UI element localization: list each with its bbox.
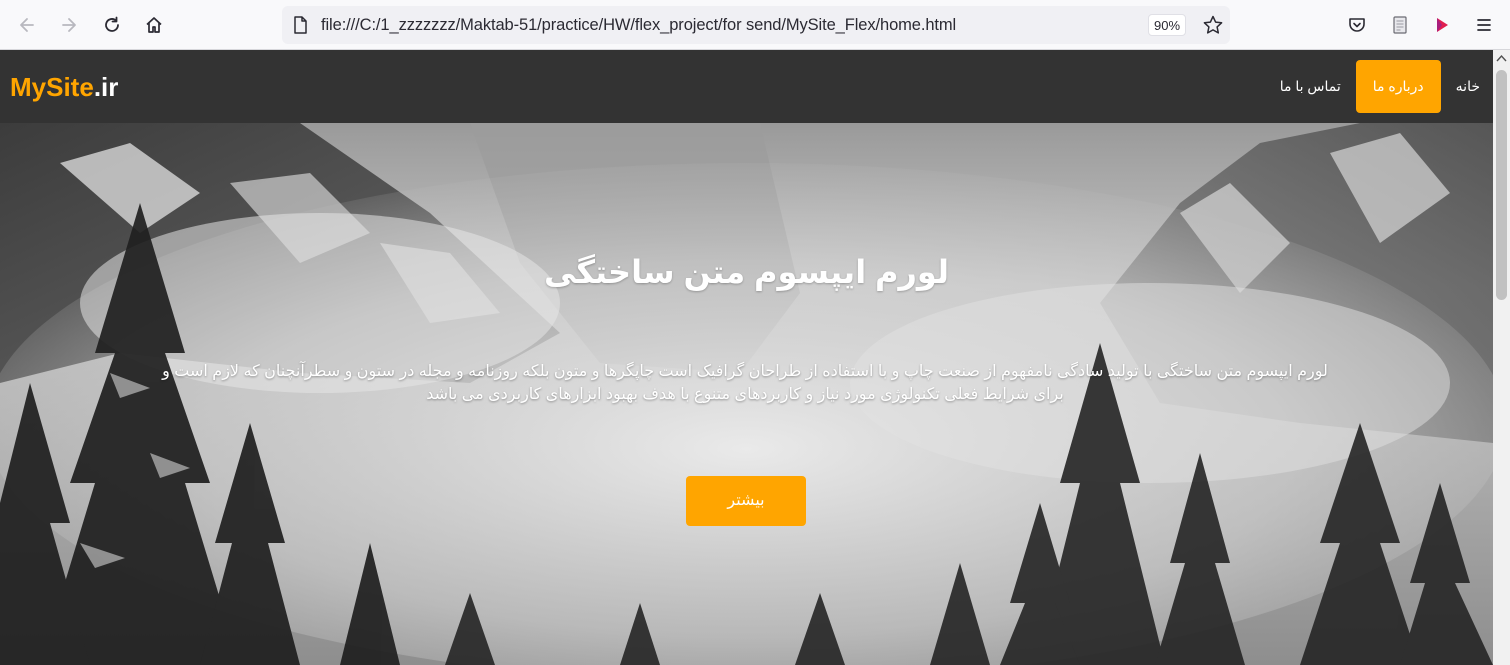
- logo-brand: MySite: [10, 72, 94, 102]
- home-button[interactable]: [139, 10, 169, 40]
- site-header: MySite.ir خانه درباره ما تماس با ما: [0, 50, 1493, 123]
- scrollbar-thumb[interactable]: [1496, 70, 1507, 300]
- page-scrollbar[interactable]: [1493, 50, 1510, 665]
- scroll-up-icon[interactable]: [1496, 54, 1507, 62]
- reload-icon: [105, 16, 119, 32]
- more-button[interactable]: بیشتر: [686, 476, 806, 526]
- forward-button[interactable]: [54, 10, 84, 40]
- logo-tld: .ir: [93, 72, 119, 102]
- app-menu-button[interactable]: [1469, 10, 1499, 40]
- main-nav: خانه درباره ما تماس با ما: [1265, 50, 1493, 123]
- bookmark-star-icon[interactable]: [1202, 14, 1224, 36]
- extension-icon: [1437, 18, 1448, 32]
- reader-view-icon: [1393, 16, 1407, 34]
- address-bar[interactable]: file:///C:/1_zzzzzzz/Maktab-51/practice/…: [282, 6, 1230, 44]
- page-viewport: MySite.ir خانه درباره ما تماس با ما لورم…: [0, 50, 1493, 665]
- menu-icon: [1477, 19, 1491, 31]
- hero-description: لورم ایپسوم متن ساختگی با تولید سادگی نا…: [162, 363, 1328, 403]
- extension-button[interactable]: [1427, 10, 1457, 40]
- url-text[interactable]: file:///C:/1_zzzzzzz/Maktab-51/practice/…: [321, 16, 956, 35]
- nav-item-home[interactable]: خانه: [1441, 60, 1493, 113]
- nav-item-about[interactable]: درباره ما: [1355, 60, 1441, 113]
- pocket-button[interactable]: [1342, 10, 1372, 40]
- back-icon: [20, 18, 34, 32]
- hero-title: لورم ایپسوم متن ساختگی: [543, 254, 949, 290]
- site-logo[interactable]: MySite.ir: [10, 72, 118, 103]
- page-icon: [294, 16, 307, 34]
- home-icon: [146, 17, 162, 33]
- reader-view-button[interactable]: [1385, 10, 1415, 40]
- hero-section: لورم ایپسوم متن ساختگی لورم ایپسوم متن س…: [0, 123, 1493, 665]
- reload-button[interactable]: [97, 10, 127, 40]
- pocket-icon: [1349, 18, 1365, 32]
- nav-item-contact[interactable]: تماس با ما: [1265, 60, 1356, 113]
- forward-icon: [62, 18, 76, 32]
- zoom-level-badge[interactable]: 90%: [1148, 14, 1186, 36]
- back-button[interactable]: [12, 10, 42, 40]
- browser-toolbar: file:///C:/1_zzzzzzz/Maktab-51/practice/…: [0, 0, 1510, 50]
